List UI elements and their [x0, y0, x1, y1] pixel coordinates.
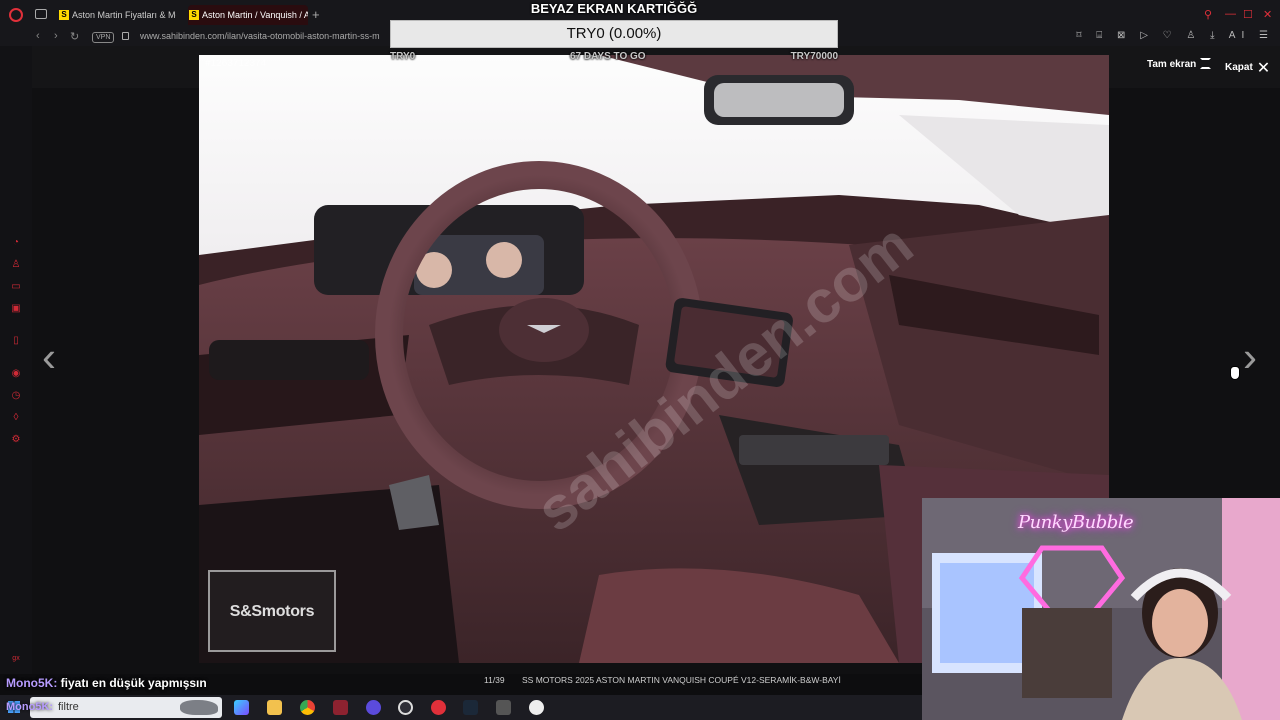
new-tab-button[interactable]: + — [312, 7, 320, 22]
chrome-icon[interactable] — [300, 700, 315, 715]
tab-label: Aston Martin / Vanquish / A — [202, 10, 308, 20]
maximize-icon[interactable]: ☐ — [1243, 8, 1253, 21]
search-icon[interactable]: ⚲ — [1204, 8, 1212, 21]
sahibinden-favicon-icon: S — [59, 10, 69, 20]
streamer-webcam: PunkyBubble — [922, 498, 1280, 720]
reload-icon[interactable]: ↻ — [70, 30, 79, 43]
chat-username-2: Mono5K: — [6, 701, 54, 713]
messenger-icon[interactable]: ▭ — [11, 282, 21, 292]
sahibinden-favicon-icon: S — [189, 10, 199, 20]
screen: S Aston Martin Fiyatları & Mo S Aston Ma… — [0, 0, 1280, 720]
twitch-icon[interactable]: ▯ — [11, 336, 21, 346]
lock-icon[interactable] — [122, 32, 129, 40]
fullscreen-label: Tam ekran — [1147, 59, 1197, 70]
tab-overview-icon[interactable] — [35, 9, 47, 19]
fullscreen-button[interactable]: Tam ekran — [1147, 58, 1212, 70]
obs-icon[interactable] — [398, 700, 413, 715]
record-icon[interactable]: ◉ — [11, 369, 21, 379]
goal-progress-bar: TRY0 (0.00%) — [390, 20, 838, 48]
settings-icon[interactable]: ⚙ — [11, 435, 21, 445]
close-window-icon[interactable]: ✕ — [1263, 8, 1272, 21]
app-icon[interactable] — [496, 700, 511, 715]
hand-cursor-icon — [1230, 366, 1240, 380]
game-controller-icon[interactable] — [529, 700, 544, 715]
close-icon: ✕ — [1256, 60, 1271, 77]
seal-illustration-icon — [180, 700, 218, 715]
next-photo-arrow[interactable]: › — [1243, 336, 1257, 378]
forward-icon[interactable]: › — [54, 30, 58, 42]
player-icon[interactable]: ▣ — [11, 304, 21, 314]
photo-counter: 11/39 — [484, 675, 505, 685]
media-player-icon[interactable] — [431, 700, 446, 715]
tab-aston-martin-prices[interactable]: S Aston Martin Fiyatları & Mo — [58, 5, 176, 25]
close-label: Kapat — [1225, 62, 1253, 73]
goal-start-amount: TRY0 — [390, 51, 416, 62]
chat-username-overlay: Mono5K: — [6, 701, 53, 713]
bag-icon[interactable]: ♙ — [11, 260, 21, 270]
gx-icon[interactable]: gx — [11, 654, 21, 664]
pin-icon[interactable]: ◊ — [11, 413, 21, 423]
neon-sign-text: PunkyBubble — [1018, 512, 1134, 533]
file-explorer-icon[interactable] — [267, 700, 282, 715]
listing-id: #1263712374 — [205, 58, 267, 69]
tab-aston-martin-vanquish[interactable]: S Aston Martin / Vanquish / A — [188, 5, 308, 25]
chat-text: fiyatı en düşük yapmışsın — [60, 676, 207, 690]
search-text: filtre — [58, 701, 79, 713]
close-viewer-button[interactable]: Kapat ✕ — [1225, 58, 1270, 78]
copilot-icon[interactable] — [234, 700, 249, 715]
listing-title: SS MOTORS 2025 ASTON MARTIN VANQUISH COU… — [522, 675, 841, 685]
back-icon[interactable]: ‹ — [36, 30, 40, 42]
donation-goal-widget: BEYAZ EKRAN KARTIĞĞĞ TRY0 (0.00%) TRY0 6… — [390, 0, 838, 62]
minimize-icon[interactable]: — — [1225, 8, 1236, 20]
goal-days-left: 67 DAYS TO GO — [570, 51, 646, 62]
photo-caption: 11/39 SS MOTORS 2025 ASTON MARTIN VANQUI… — [199, 670, 919, 690]
taskbar-search-input[interactable]: filtre — [30, 697, 222, 718]
goal-target-amount: TRY70000 — [790, 51, 838, 62]
speed-dial-icon[interactable]: ◔ — [11, 238, 21, 248]
history-icon[interactable]: ◷ — [11, 391, 21, 401]
extension-toolbar[interactable]: ⌑ ⌸ ⊠ ▷ ♡ ♙ ⤓ AI ☰ — [1076, 30, 1274, 41]
vpn-badge[interactable]: VPN — [92, 32, 115, 43]
windows-taskbar: filtre — [0, 695, 922, 720]
steam-icon[interactable] — [463, 700, 478, 715]
opera-sidebar: ◔ ♙ ▭ ▣ ▯ ◉ ◷ ◊ ⚙ gx — [0, 46, 32, 674]
chat-username: Mono5K: — [6, 676, 58, 690]
chat-message: Mono5K: fiyatı en düşük yapmışsın — [6, 676, 207, 690]
opera-logo-icon[interactable] — [9, 8, 23, 22]
discord-icon[interactable] — [366, 700, 381, 715]
dealer-logo: S&Smotors — [208, 570, 336, 652]
url-field[interactable]: www.sahibinden.com/ilan/vasita-otomobil-… — [140, 31, 390, 41]
tab-label: Aston Martin Fiyatları & Mo — [72, 10, 176, 20]
ai-button[interactable]: AI — [1229, 30, 1250, 41]
goal-title: BEYAZ EKRAN KARTIĞĞĞ — [530, 1, 698, 16]
goal-progress-text: TRY0 (0.00%) — [566, 25, 662, 42]
fullscreen-icon — [1200, 58, 1212, 69]
opera-gx-icon[interactable] — [333, 700, 348, 715]
previous-photo-arrow[interactable]: ‹ — [42, 336, 56, 378]
